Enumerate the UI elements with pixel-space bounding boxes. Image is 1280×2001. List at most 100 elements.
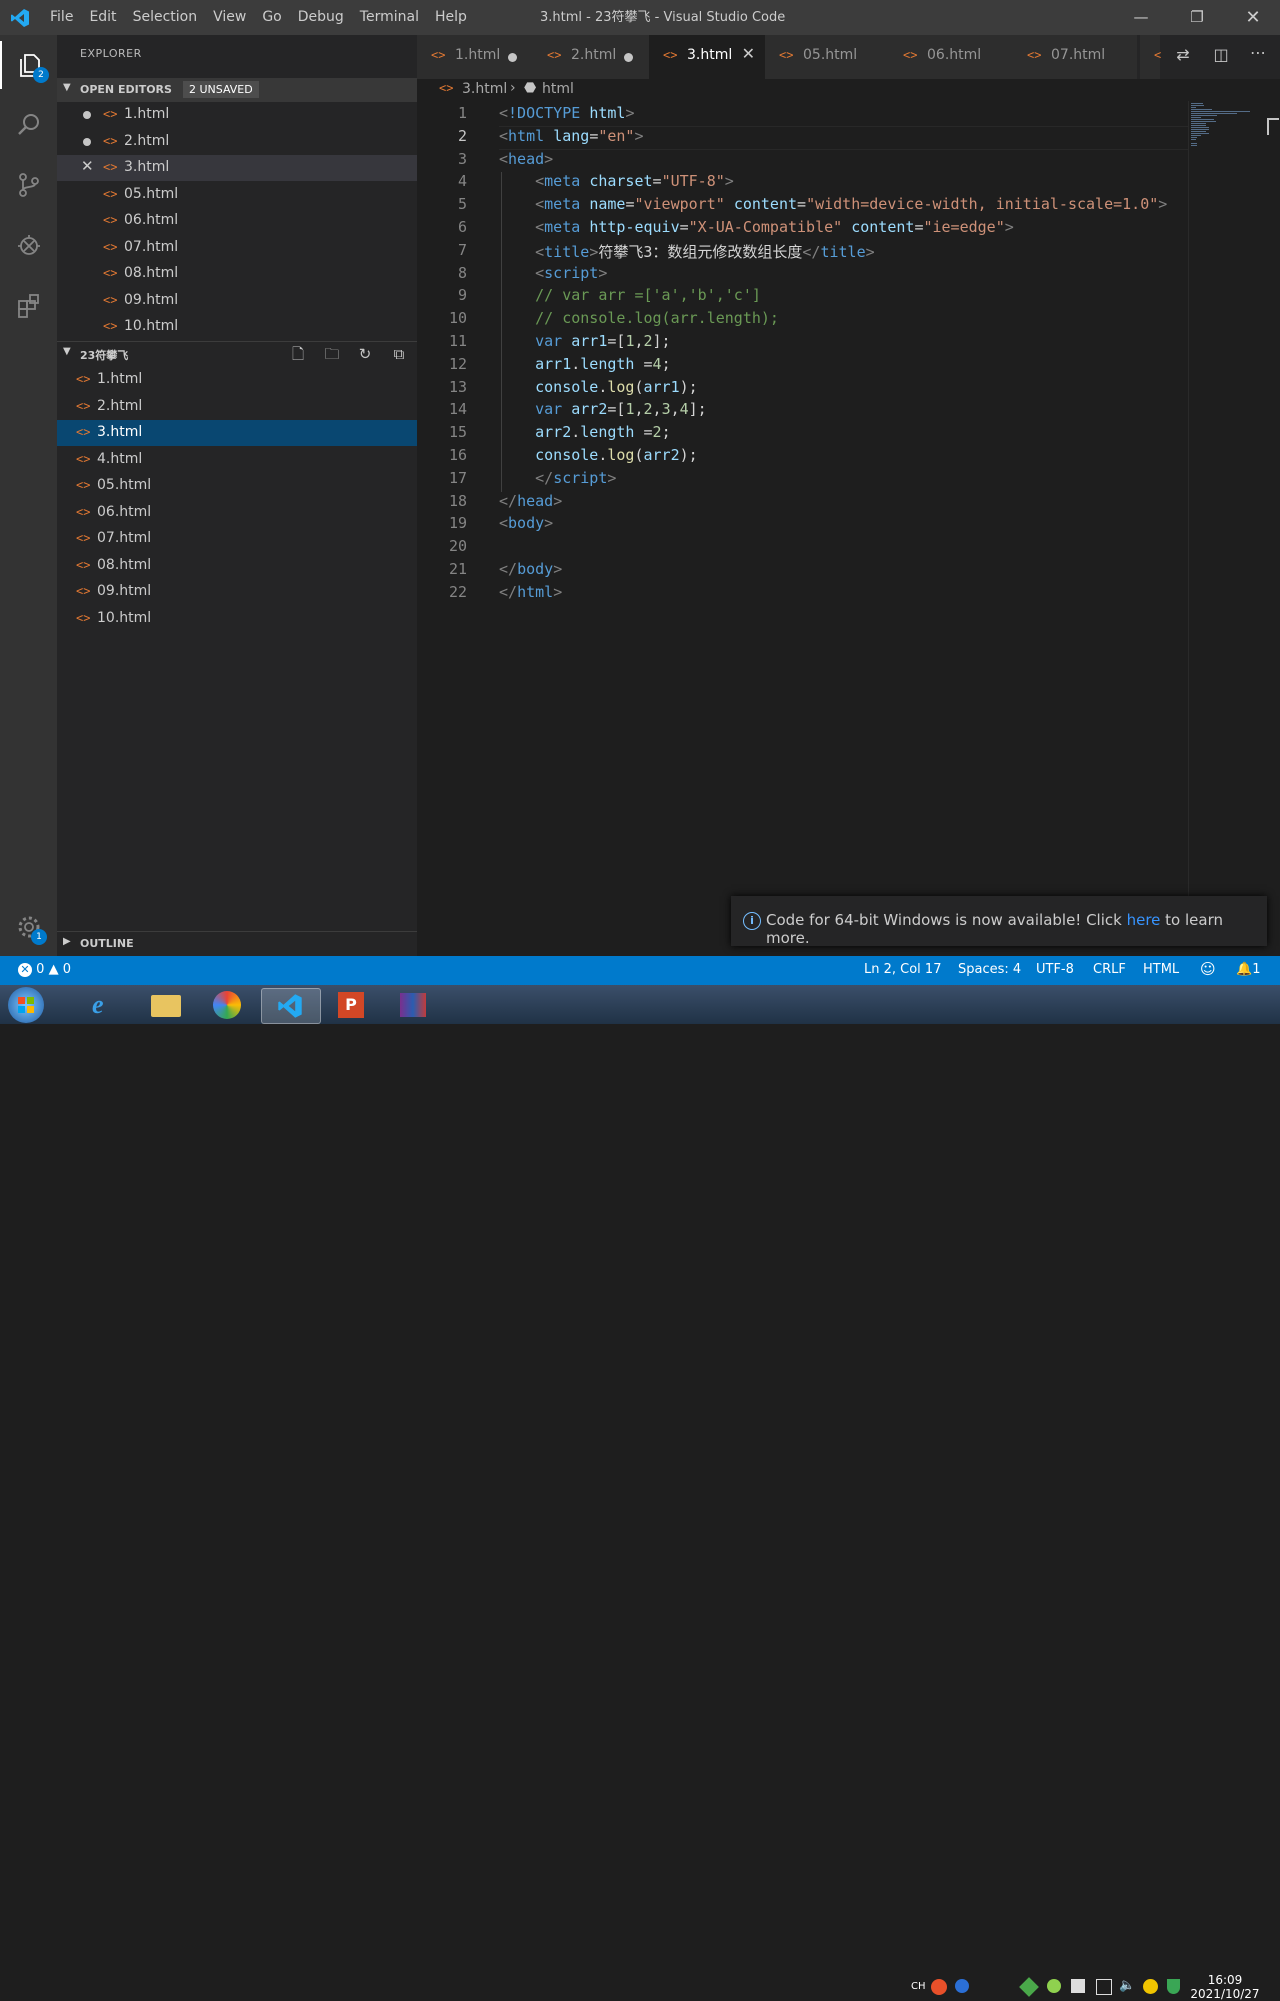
code-token: < (535, 263, 545, 282)
source-control-icon[interactable] (0, 161, 57, 209)
minimap[interactable] (1188, 101, 1263, 896)
vscode-taskbar-icon[interactable] (261, 988, 321, 1024)
tab-07-html[interactable]: <> 07.html (1013, 35, 1138, 79)
settings-gear-icon[interactable]: 1 (0, 903, 57, 951)
start-button-icon[interactable] (8, 987, 44, 1023)
tray-app-icon[interactable] (1047, 1979, 1061, 1993)
notifications-status[interactable]: 🔔1 (1236, 962, 1260, 977)
menu-file[interactable]: File (42, 0, 81, 35)
sogou-ime-icon[interactable] (931, 1979, 947, 1995)
network-icon[interactable] (1096, 1979, 1112, 1995)
search-icon[interactable] (0, 101, 57, 149)
restore-button[interactable]: ❐ (1174, 0, 1220, 35)
open-editors-header[interactable]: ▼ OPEN EDITORS 2 UNSAVED (57, 78, 417, 102)
open-editor-item[interactable]: <> 08.html (57, 261, 417, 287)
notification-toast[interactable]: i Code for 64-bit Windows is now availab… (731, 896, 1267, 947)
file-tree-item[interactable]: <> 10.html (57, 606, 417, 632)
minimize-button[interactable]: — (1118, 0, 1164, 35)
line-number: 10 (448, 309, 467, 328)
breadcrumb-file[interactable]: 3.html (462, 81, 507, 97)
open-editor-label: 09.html (124, 291, 179, 308)
breadcrumb-symbol[interactable]: html (542, 81, 574, 97)
open-editor-item[interactable]: <> 09.html (57, 288, 417, 314)
menu-edit[interactable]: Edit (81, 0, 124, 35)
code-token: body (508, 514, 545, 533)
unsaved-dot-icon[interactable] (624, 53, 633, 62)
file-tree-item[interactable]: <> 4.html (57, 447, 417, 473)
file-tree-item[interactable]: <> 05.html (57, 473, 417, 499)
line-number: 7 (457, 240, 467, 259)
menu-terminal[interactable]: Terminal (352, 0, 427, 35)
new-folder-icon[interactable]: 🗀 (321, 343, 343, 365)
close-window-button[interactable]: ✕ (1230, 0, 1276, 35)
feedback-smiley-icon[interactable]: ☺ (1200, 960, 1216, 978)
tray-app-icon[interactable] (1019, 1977, 1039, 1997)
file-explorer-icon[interactable] (137, 988, 195, 1022)
ime-indicator[interactable]: CH (911, 1981, 926, 1992)
open-editor-item[interactable]: <> 07.html (57, 235, 417, 261)
debug-icon[interactable] (0, 221, 57, 269)
system-clock[interactable]: 16:09 2021/10/27 (1185, 1973, 1265, 2001)
tab-3-html[interactable]: <> 3.html ✕ (649, 35, 766, 79)
file-tree-item[interactable]: <> 1.html (57, 367, 417, 393)
explorer-icon[interactable]: 2 (0, 41, 57, 89)
language-mode[interactable]: HTML (1143, 962, 1179, 977)
more-actions-icon[interactable]: ⋯ (1245, 43, 1271, 67)
vertical-scrollbar[interactable] (1262, 101, 1280, 896)
cursor-position[interactable]: Ln 2, Col 17 (864, 962, 941, 977)
code-editor[interactable]: 1 2 3 4 5 6 7 8 9 10 11 12 13 14 15 16 17 18 19 20 21 22 <!DO… (417, 101, 1280, 956)
collapse-all-icon[interactable]: ⧉ (388, 343, 410, 365)
errors-status[interactable]: ✕ 0 ▲ 0 (18, 962, 71, 977)
menu-selection[interactable]: Selection (125, 0, 206, 35)
open-editor-item[interactable]: <> 10.html (57, 314, 417, 340)
open-editor-item[interactable]: <> 05.html (57, 182, 417, 208)
open-editor-item[interactable]: ✕ <> 3.html (57, 155, 417, 181)
unsaved-dot-icon[interactable] (83, 111, 91, 119)
security-shield-icon[interactable] (1167, 1979, 1180, 1994)
file-tree-item[interactable]: <> 09.html (57, 579, 417, 605)
tab-05-html[interactable]: <> 05.html (765, 35, 890, 79)
code-token: > (553, 582, 563, 601)
tray-app-icon[interactable] (1143, 1979, 1158, 1994)
file-tree-item[interactable]: <> 3.html (57, 420, 417, 446)
split-editor-icon[interactable]: ◫ (1208, 45, 1234, 69)
extensions-icon[interactable] (0, 281, 57, 329)
open-editor-item[interactable]: <> 1.html (57, 102, 417, 128)
open-editor-item[interactable]: <> 06.html (57, 208, 417, 234)
tab-2-html[interactable]: <> 2.html (533, 35, 650, 79)
internet-explorer-icon[interactable]: e (76, 988, 134, 1022)
unsaved-dot-icon[interactable] (83, 137, 91, 146)
line-ending[interactable]: CRLF (1093, 962, 1126, 977)
file-tree-item[interactable]: <> 06.html (57, 500, 417, 526)
close-icon[interactable]: ✕ (81, 157, 94, 175)
indentation[interactable]: Spaces: 4 (958, 962, 1021, 977)
winrar-icon[interactable] (385, 988, 443, 1022)
menu-view[interactable]: View (205, 0, 254, 35)
file-tree-item[interactable]: <> 08.html (57, 553, 417, 579)
open-changes-icon[interactable]: ⇄ (1170, 45, 1196, 69)
action-center-icon[interactable] (1071, 1979, 1085, 1993)
encoding[interactable]: UTF-8 (1036, 962, 1074, 977)
menu-debug[interactable]: Debug (290, 0, 352, 35)
notification-link[interactable]: here (1127, 911, 1161, 929)
help-icon[interactable] (955, 1979, 969, 1993)
powerpoint-icon[interactable]: P (323, 988, 381, 1022)
file-tree-item[interactable]: <> 2.html (57, 394, 417, 420)
outline-header[interactable]: ▶ OUTLINE (57, 931, 417, 956)
code-token: meta (544, 218, 590, 236)
minimap-line (1191, 127, 1209, 128)
tab-1-html[interactable]: <> 1.html (417, 35, 534, 79)
refresh-icon[interactable]: ↻ (354, 343, 376, 365)
open-editor-item[interactable]: <> 2.html (57, 129, 417, 155)
file-tree-item[interactable]: <> 07.html (57, 526, 417, 552)
volume-icon[interactable]: 🔈 (1119, 1978, 1135, 1993)
menu-go[interactable]: Go (254, 0, 289, 35)
tab-06-html[interactable]: <> 06.html (889, 35, 1014, 79)
code-token: , (634, 400, 644, 419)
close-tab-icon[interactable]: ✕ (742, 44, 755, 63)
menu-help[interactable]: Help (427, 0, 475, 35)
browser-icon[interactable] (199, 988, 257, 1022)
unsaved-dot-icon[interactable] (508, 53, 517, 62)
new-file-icon[interactable]: 🗋 (287, 343, 309, 365)
